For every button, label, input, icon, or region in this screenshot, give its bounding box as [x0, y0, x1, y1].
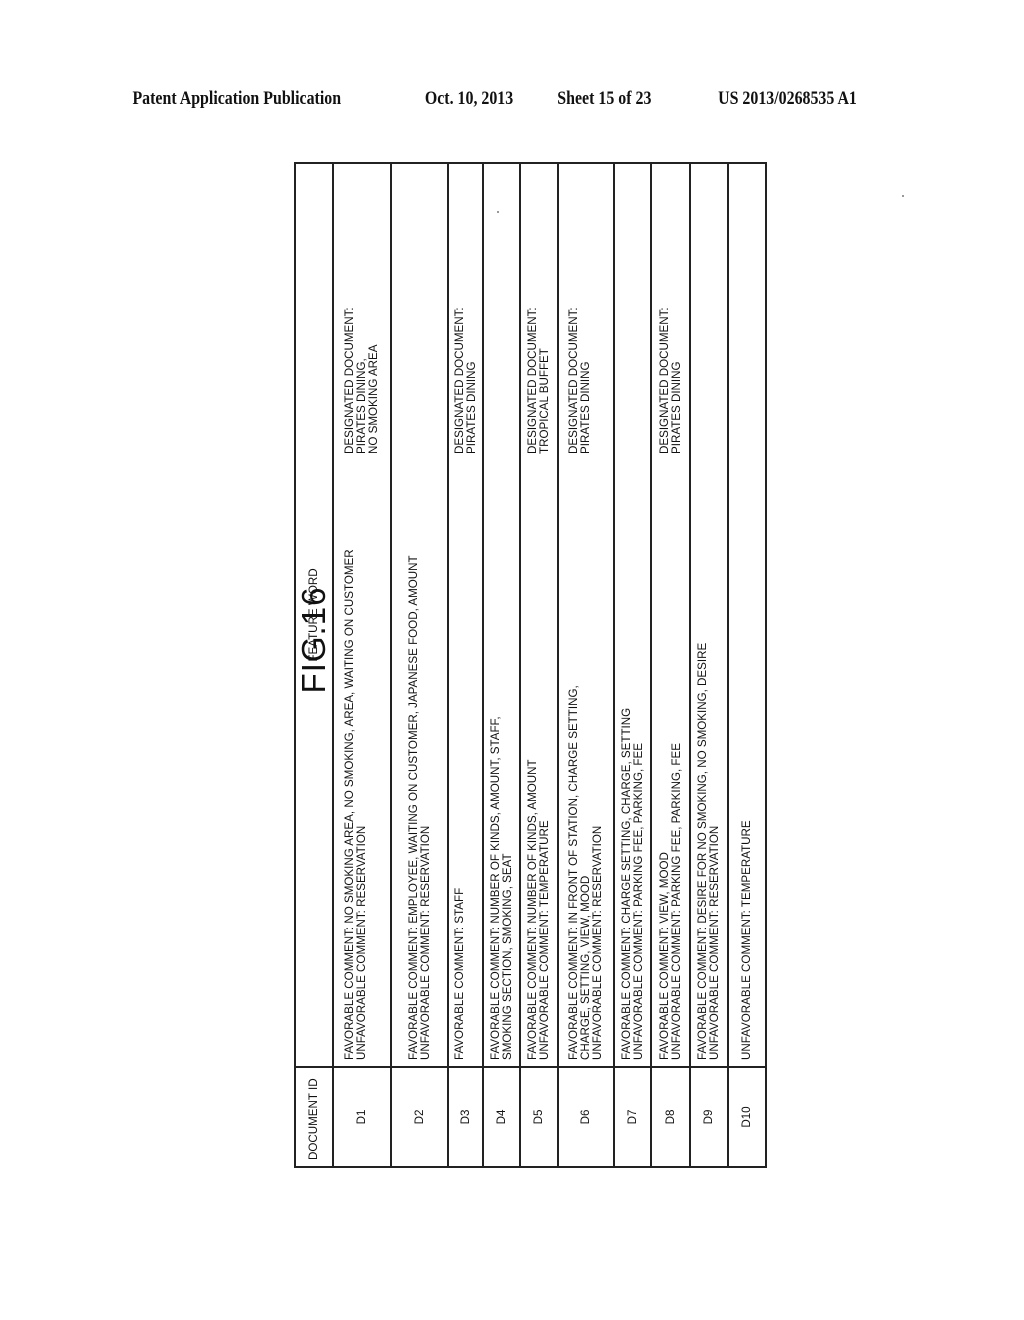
feature-word-cell: FAVORABLE COMMENT: NO SMOKING AREA, NO S… — [333, 163, 391, 1067]
feature-word-cell: FAVORABLE COMMENT: NUMBER OF KINDS, AMOU… — [520, 163, 558, 1067]
scan-speck — [497, 211, 499, 213]
feature-word-lines: UNFAVORABLE COMMENT: TEMPERATURE — [740, 820, 753, 1060]
feature-word-cell: UNFAVORABLE COMMENT: TEMPERATURE — [728, 163, 766, 1067]
feature-word-line: FAVORABLE COMMENT: VIEW, MOOD — [657, 852, 671, 1060]
table-row: D6 FAVORABLE COMMENT: IN FRONT OF STATION… — [558, 163, 614, 1167]
feature-word-line: UNFAVORABLE COMMENT: RESERVATION — [418, 825, 432, 1060]
feature-word-content: FAVORABLE COMMENT: NUMBER OF KINDS, AMOU… — [526, 164, 551, 1060]
table-row: D8 FAVORABLE COMMENT: VIEW, MOOD UNFAVORAB… — [651, 163, 690, 1167]
feature-word-line: UNFAVORABLE COMMENT: RESERVATION — [708, 825, 721, 1060]
feature-word-cell: FAVORABLE COMMENT: IN FRONT OF STATION, … — [558, 163, 614, 1067]
designated-document-line: PIRATES DINING — [669, 361, 683, 454]
feature-word-content: FAVORABLE COMMENT: EMPLOYEE, WAITING ON … — [406, 164, 432, 1060]
designated-document-line: PIRATES DINING — [579, 361, 592, 454]
document-id-cell: D4 — [483, 1067, 520, 1167]
table-row: D2 FAVORABLE COMMENT: EMPLOYEE, WAITING O… — [391, 163, 448, 1167]
document-id-cell: D9 — [690, 1067, 728, 1167]
feature-word-line: FAVORABLE COMMENT: STAFF — [452, 887, 466, 1060]
designated-document: DESIGNATED DOCUMENT: TROPICAL BUFFET — [526, 164, 551, 454]
feature-word-line: UNFAVORABLE COMMENT: TEMPERATURE — [538, 820, 551, 1060]
document-id-cell: D2 — [391, 1067, 448, 1167]
feature-word-content: FAVORABLE COMMENT: NO SMOKING AREA, NO S… — [343, 164, 380, 1060]
feature-word-line: FAVORABLE COMMENT: NUMBER OF KINDS, AMOU… — [488, 716, 502, 1060]
feature-word-content: UNFAVORABLE COMMENT: TEMPERATURE — [740, 164, 753, 1060]
designated-document: DESIGNATED DOCUMENT: PIRATES DINING — [567, 164, 592, 454]
table-header-row: DOCUMENT ID FEATURE WORD — [295, 163, 333, 1167]
document-id-cell: D8 — [651, 1067, 690, 1167]
document-id-cell: D1 — [333, 1067, 391, 1167]
feature-word-line: FAVORABLE COMMENT: EMPLOYEE, WAITING ON … — [406, 555, 420, 1060]
table-row: D10 UNFAVORABLE COMMENT: TEMPERATURE — [728, 163, 766, 1167]
feature-word-lines: FAVORABLE COMMENT: NUMBER OF KINDS, AMOU… — [526, 759, 551, 1060]
table-row: D4 FAVORABLE COMMENT: NUMBER OF KINDS, AM… — [483, 163, 520, 1167]
designated-document-line: DESIGNATED DOCUMENT: — [657, 307, 671, 454]
feature-word-cell: FAVORABLE COMMENT: CHARGE SETTING, CHARG… — [614, 163, 651, 1067]
designated-document-line: DESIGNATED DOCUMENT: — [452, 307, 466, 454]
feature-word-content: FAVORABLE COMMENT: DESIRE FOR NO SMOKING… — [696, 164, 721, 1060]
patent-header: Patent Application Publication Oct. 10, … — [0, 89, 881, 119]
designated-document: DESIGNATED DOCUMENT: PIRATES DINING — [657, 164, 683, 454]
table-row: D1 FAVORABLE COMMENT: NO SMOKING AREA, NO… — [333, 163, 391, 1167]
feature-word-line: UNFAVORABLE COMMENT: PARKING FEE, PARKIN… — [631, 743, 645, 1060]
document-id-cell: D10 — [728, 1067, 766, 1167]
table-row: D9 FAVORABLE COMMENT: DESIRE FOR NO SMOKI… — [690, 163, 728, 1167]
table-row: D3 FAVORABLE COMMENT: STAFF DESIGNATED DOC… — [448, 163, 483, 1167]
feature-word-line: FAVORABLE COMMENT: CHARGE SETTING, CHARG… — [619, 707, 633, 1060]
feature-word-table: DOCUMENT ID FEATURE WORD D1 FAVORABLE COM… — [294, 162, 767, 1168]
feature-word-lines: FAVORABLE COMMENT: STAFF — [452, 887, 466, 1060]
feature-word-content: FAVORABLE COMMENT: STAFF DESIGNATED DOCUM… — [452, 164, 478, 1060]
feature-word-line: SMOKING SECTION, SMOKING, SEAT — [500, 853, 514, 1060]
feature-word-line: UNFAVORABLE COMMENT: RESERVATION — [355, 825, 368, 1060]
designated-document: DESIGNATED DOCUMENT: PIRATES DINING — [452, 164, 478, 454]
feature-word-content: FAVORABLE COMMENT: NUMBER OF KINDS, AMOU… — [488, 164, 514, 1060]
publication-number: US 2013/0268535 A1 — [718, 89, 857, 109]
feature-word-cell: FAVORABLE COMMENT: VIEW, MOOD UNFAVORABLE… — [651, 163, 690, 1067]
designated-document: DESIGNATED DOCUMENT: PIRATES DINING, NO SM… — [343, 164, 380, 454]
feature-word-lines: FAVORABLE COMMENT: DESIRE FOR NO SMOKING… — [696, 643, 721, 1060]
feature-word-lines: FAVORABLE COMMENT: IN FRONT OF STATION, … — [567, 685, 604, 1060]
feature-word-cell: FAVORABLE COMMENT: NUMBER OF KINDS, AMOU… — [483, 163, 520, 1067]
designated-document-line: NO SMOKING AREA — [367, 344, 380, 454]
table-row: D7 FAVORABLE COMMENT: CHARGE SETTING, CHA… — [614, 163, 651, 1167]
feature-word-lines: FAVORABLE COMMENT: NO SMOKING AREA, NO S… — [343, 549, 368, 1060]
feature-word-content: FAVORABLE COMMENT: IN FRONT OF STATION, … — [567, 164, 604, 1060]
designated-document-line: TROPICAL BUFFET — [538, 348, 551, 454]
feature-word-line: UNFAVORABLE COMMENT: PARKING FEE, PARKIN… — [669, 743, 683, 1060]
feature-word-lines: FAVORABLE COMMENT: NUMBER OF KINDS, AMOU… — [488, 716, 514, 1060]
document-id-cell: D7 — [614, 1067, 651, 1167]
feature-word-lines: FAVORABLE COMMENT: CHARGE SETTING, CHARG… — [619, 707, 645, 1060]
sheet-number: Sheet 15 of 23 — [557, 89, 652, 109]
figure-table-rotated: DOCUMENT ID FEATURE WORD D1 FAVORABLE COM… — [294, 162, 767, 1168]
feature-word-content: FAVORABLE COMMENT: VIEW, MOOD UNFAVORABLE… — [657, 164, 683, 1060]
table-row: D5 FAVORABLE COMMENT: NUMBER OF KINDS, AM… — [520, 163, 558, 1167]
feature-word-line: UNFAVORABLE COMMENT: RESERVATION — [591, 825, 604, 1060]
feature-word-lines: FAVORABLE COMMENT: VIEW, MOOD UNFAVORABLE… — [657, 743, 683, 1060]
feature-word-content: FAVORABLE COMMENT: CHARGE SETTING, CHARG… — [619, 164, 645, 1060]
feature-word-cell: FAVORABLE COMMENT: EMPLOYEE, WAITING ON … — [391, 163, 448, 1067]
column-header-text: DOCUMENT ID — [307, 1078, 320, 1160]
column-header-document-id: DOCUMENT ID — [295, 1067, 333, 1167]
feature-word-cell: FAVORABLE COMMENT: STAFF DESIGNATED DOCUM… — [448, 163, 483, 1067]
publication-date: Oct. 10, 2013 — [424, 89, 514, 109]
document-id-cell: D3 — [448, 1067, 483, 1167]
document-id-cell: D6 — [558, 1067, 614, 1167]
publication-type: Patent Application Publication — [132, 89, 342, 109]
document-id-cell: D5 — [520, 1067, 558, 1167]
feature-word-cell: FAVORABLE COMMENT: DESIRE FOR NO SMOKING… — [690, 163, 728, 1067]
feature-word-lines: FAVORABLE COMMENT: EMPLOYEE, WAITING ON … — [406, 555, 432, 1060]
scan-speck — [902, 195, 904, 197]
feature-word-line: UNFAVORABLE COMMENT: TEMPERATURE — [740, 820, 753, 1060]
column-header-feature-word: FEATURE WORD — [295, 163, 333, 1067]
designated-document-line: PIRATES DINING — [464, 361, 478, 454]
